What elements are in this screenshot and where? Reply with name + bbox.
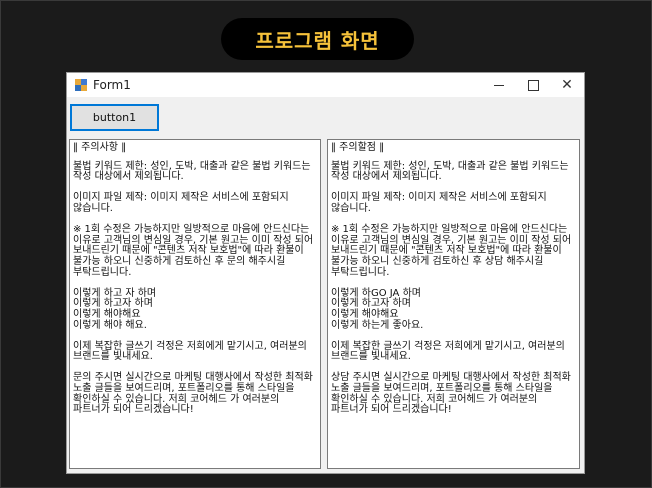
button1[interactable]: button1	[70, 104, 159, 131]
right-heading: ‖ 주의할점 ‖	[331, 142, 385, 153]
window-titlebar[interactable]: Form1 ✕	[67, 73, 584, 97]
maximize-icon	[527, 79, 539, 91]
close-button[interactable]: ✕	[550, 73, 584, 97]
right-para: 상담 주시면 실시간으로 마케팅 대행사에서 작성한 최적화 노출 글들을 보여…	[331, 372, 571, 416]
left-para: ※ 1회 수정은 가능하지만 일방적으로 마음에 안드신다는 이유로 고객님의 …	[73, 224, 314, 278]
close-icon: ✕	[561, 77, 573, 93]
app-icon	[75, 79, 87, 91]
right-para: 이렇게 하GO JA 하며 이렇게 하고자 하며 이렇게 해야해요 이렇게 하는…	[331, 287, 424, 331]
right-para: 불법 키워드 제한: 성인, 도박, 대출과 같은 불법 키워드는 작성 대상에…	[331, 160, 569, 183]
window-title: Form1	[93, 78, 131, 92]
form-window: Form1 ✕ button1 ‖ 주의사항 ‖ 불법 키워드 제한: 성인, …	[66, 72, 585, 474]
left-para: 이제 복잡한 글쓰기 걱정은 저희에게 맡기시고, 여러분의 브랜드를 빛내세요…	[73, 340, 307, 363]
banner-title: 프로그램 화면	[221, 18, 414, 60]
left-para: 문의 주시면 실시간으로 마케팅 대행사에서 작성한 최적화 노출 글들을 보여…	[73, 372, 313, 416]
left-para: 이미지 파일 제작: 이미지 제작은 서비스에 포함되지 않습니다.	[73, 192, 289, 214]
left-para: 이렇게 하고 자 하며 이렇게 하고자 하며 이렇게 해야해요 이렇게 해야 해…	[73, 287, 157, 331]
right-para: 이미지 파일 제작: 이미지 제작은 서비스에 포함되지 않습니다.	[331, 192, 547, 214]
left-textbox[interactable]: ‖ 주의사항 ‖ 불법 키워드 제한: 성인, 도박, 대출과 같은 불법 키워…	[69, 139, 321, 469]
right-para: 이제 복잡한 글쓰기 걱정은 저희에게 맡기시고, 여러분의 브랜드를 빛내세요…	[331, 340, 565, 363]
right-textbox[interactable]: ‖ 주의할점 ‖ 불법 키워드 제한: 성인, 도박, 대출과 같은 불법 키워…	[327, 139, 580, 469]
right-para: ※ 1회 수정은 가능하지만 일방적으로 마음에 안드신다는 이유로 고객님의 …	[331, 224, 572, 278]
left-heading: ‖ 주의사항 ‖	[73, 142, 127, 153]
left-para: 불법 키워드 제한: 성인, 도박, 대출과 같은 불법 키워드는 작성 대상에…	[73, 160, 311, 183]
minimize-button[interactable]	[482, 73, 516, 97]
maximize-button[interactable]	[516, 73, 550, 97]
minimize-icon	[494, 84, 504, 86]
